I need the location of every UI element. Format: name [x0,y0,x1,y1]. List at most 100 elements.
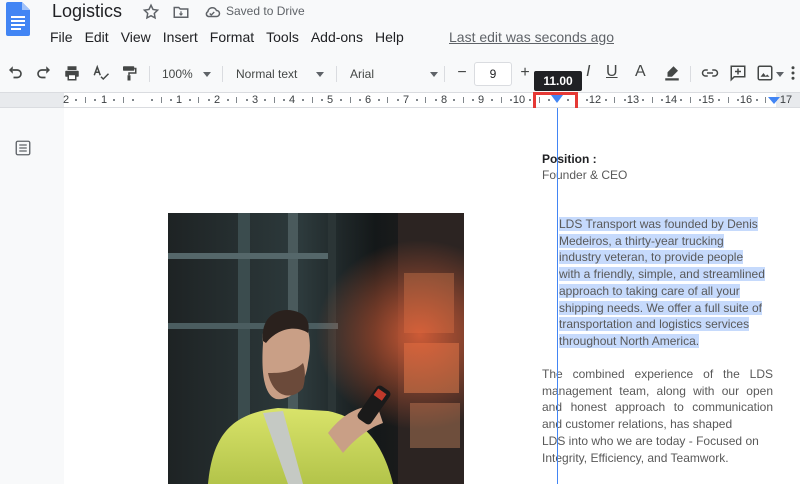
highlight-color-icon[interactable] [663,64,681,82]
menu-help[interactable]: Help [369,28,410,48]
paint-format-icon[interactable] [120,64,138,82]
text-line: LDS into who we are today - Focused on [542,433,759,448]
chevron-down-icon [430,72,438,77]
decrease-font-size-button[interactable]: − [451,62,473,86]
ruler-tick [94,99,97,101]
ruler-number: 9 [477,94,485,106]
menu-format[interactable]: Format [204,28,260,48]
ruler-tick [151,99,154,101]
menu-addons[interactable]: Add-ons [305,28,369,48]
ruler-number: 4 [288,94,296,106]
ruler-tick [245,99,248,101]
ruler-tick [169,99,172,101]
spellcheck-icon[interactable] [92,64,110,82]
ruler-tick [680,99,683,101]
selected-text-line: with a friendly, simple, and streamlined [559,267,765,282]
text-line: and honest approach to communication [542,400,773,415]
menu-tools[interactable]: Tools [260,28,305,48]
menu-edit[interactable]: Edit [79,28,115,48]
ruler-tick [340,99,343,101]
selected-text-line: LDS Transport was founded by Denis [559,217,758,231]
team-experience-paragraph[interactable]: The combined experience of the LDS manage… [542,366,773,466]
print-icon[interactable] [63,64,81,82]
right-indent-marker[interactable] [768,97,780,104]
last-edit-link[interactable]: Last edit was seconds ago [449,28,614,46]
cloud-saved-icon[interactable] [202,3,222,21]
ruler-tick [396,99,399,101]
ruler-tick [358,99,361,101]
ruler-tick [604,99,607,101]
ruler-tick [614,97,616,103]
ruler-number: 5 [326,94,334,106]
ruler-number: 16 [739,94,753,106]
ruler-tick [132,99,135,101]
underline-button[interactable]: U [606,63,618,81]
chevron-down-icon [776,72,784,77]
position-label: Position : [542,152,597,166]
selected-text-line: industry veteran, to provide people [559,250,744,265]
ruler-number: 1 [175,94,183,106]
font-size-input[interactable]: 9 [474,62,512,86]
ruler-tick [349,97,351,103]
selected-text-line: throughout North America. [559,333,700,348]
insert-link-icon[interactable] [700,64,720,82]
docs-logo-icon[interactable] [6,2,30,36]
ruler-tick [302,99,305,101]
photo-image [168,213,464,484]
ruler-tick [188,99,191,101]
ruler-tick [500,97,502,103]
ruler-tick [122,97,124,103]
selected-text-line: Medeiros, a thirty-year trucking [559,233,724,248]
more-options-icon[interactable] [788,64,798,82]
position-value: Founder & CEO [542,168,628,182]
ruler-number: 2 [213,94,221,106]
toolbar-divider [149,66,150,82]
add-comment-icon[interactable] [729,64,747,82]
company-intro-paragraph[interactable]: LDS Transport was founded by Denis Medeir… [559,216,769,350]
ruler-tick [491,99,494,101]
move-to-folder-icon[interactable] [172,3,190,21]
font-family-select[interactable]: Arial [350,65,374,83]
chevron-down-icon [203,72,211,77]
ruler-tick [585,99,588,101]
text-line: The combined experience of the LDS [542,367,773,381]
ruler-tick [529,99,532,101]
menu-view[interactable]: View [115,28,157,48]
increase-font-size-button[interactable]: + [514,62,536,86]
star-icon[interactable] [142,3,160,21]
ruler-number: 17 [779,94,793,106]
chevron-down-icon [316,72,324,77]
ruler-number: 13 [626,94,640,106]
ruler-tick [160,97,162,103]
ruler-tick [264,99,267,101]
toolbar-divider [336,66,337,82]
ruler-tick [321,99,324,101]
zoom-select[interactable]: 100% [162,65,193,83]
insert-image-icon[interactable] [756,64,774,82]
horizontal-ruler[interactable]: 2 1 1 2 3 4 5 6 7 8 9 10 12 13 14 15 16 17 [0,92,800,108]
menu-insert[interactable]: Insert [157,28,204,48]
ruler-tick [377,99,380,101]
paragraph-style-select[interactable]: Normal text [236,65,297,83]
ruler-tick [226,99,229,101]
document-title[interactable]: Logistics [52,1,122,22]
ruler-position-tooltip: 11.00 [534,71,582,91]
menu-file[interactable]: File [44,28,79,48]
ruler-number: 7 [402,94,410,106]
document-outline-icon[interactable] [14,139,32,157]
ruler-tick [765,97,767,103]
redo-icon[interactable] [35,64,53,82]
italic-button[interactable]: I [586,63,590,81]
toolbar-divider [444,66,445,82]
left-panel [0,108,64,484]
ruler-number: 12 [588,94,602,106]
ruler-tick [113,99,116,101]
ruler-tick [651,97,653,103]
ruler-tick [387,97,389,103]
ruler-tick [642,99,645,101]
warehouse-worker-photo[interactable] [168,213,464,484]
undo-icon[interactable] [6,64,24,82]
save-status: Saved to Drive [226,4,305,18]
ruler-tick [283,99,286,101]
text-color-button[interactable]: A [635,63,646,81]
